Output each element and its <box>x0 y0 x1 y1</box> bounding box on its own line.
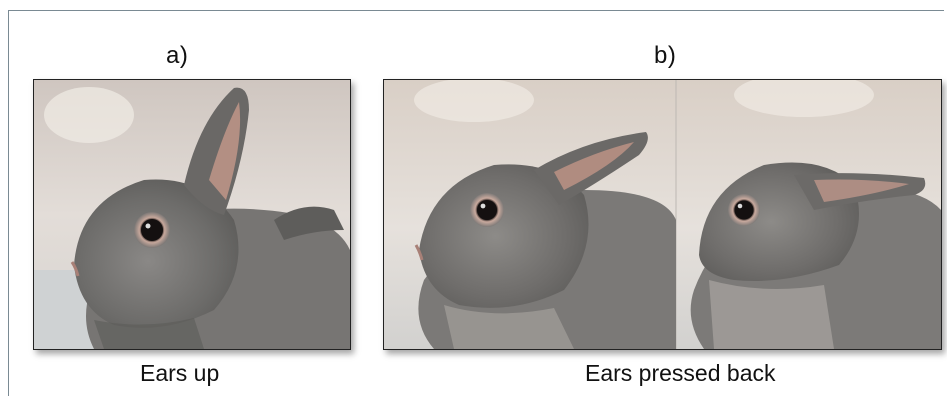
panel-label-b: b) <box>654 42 677 69</box>
panel-label-a: a) <box>166 42 189 69</box>
caption-ears-pressed-back: Ears pressed back <box>585 360 776 386</box>
caption-ears-up: Ears up <box>140 360 220 386</box>
photo-rabbit-ears-up <box>33 79 351 350</box>
photo-rabbit-ears-pressed-back <box>383 79 942 350</box>
